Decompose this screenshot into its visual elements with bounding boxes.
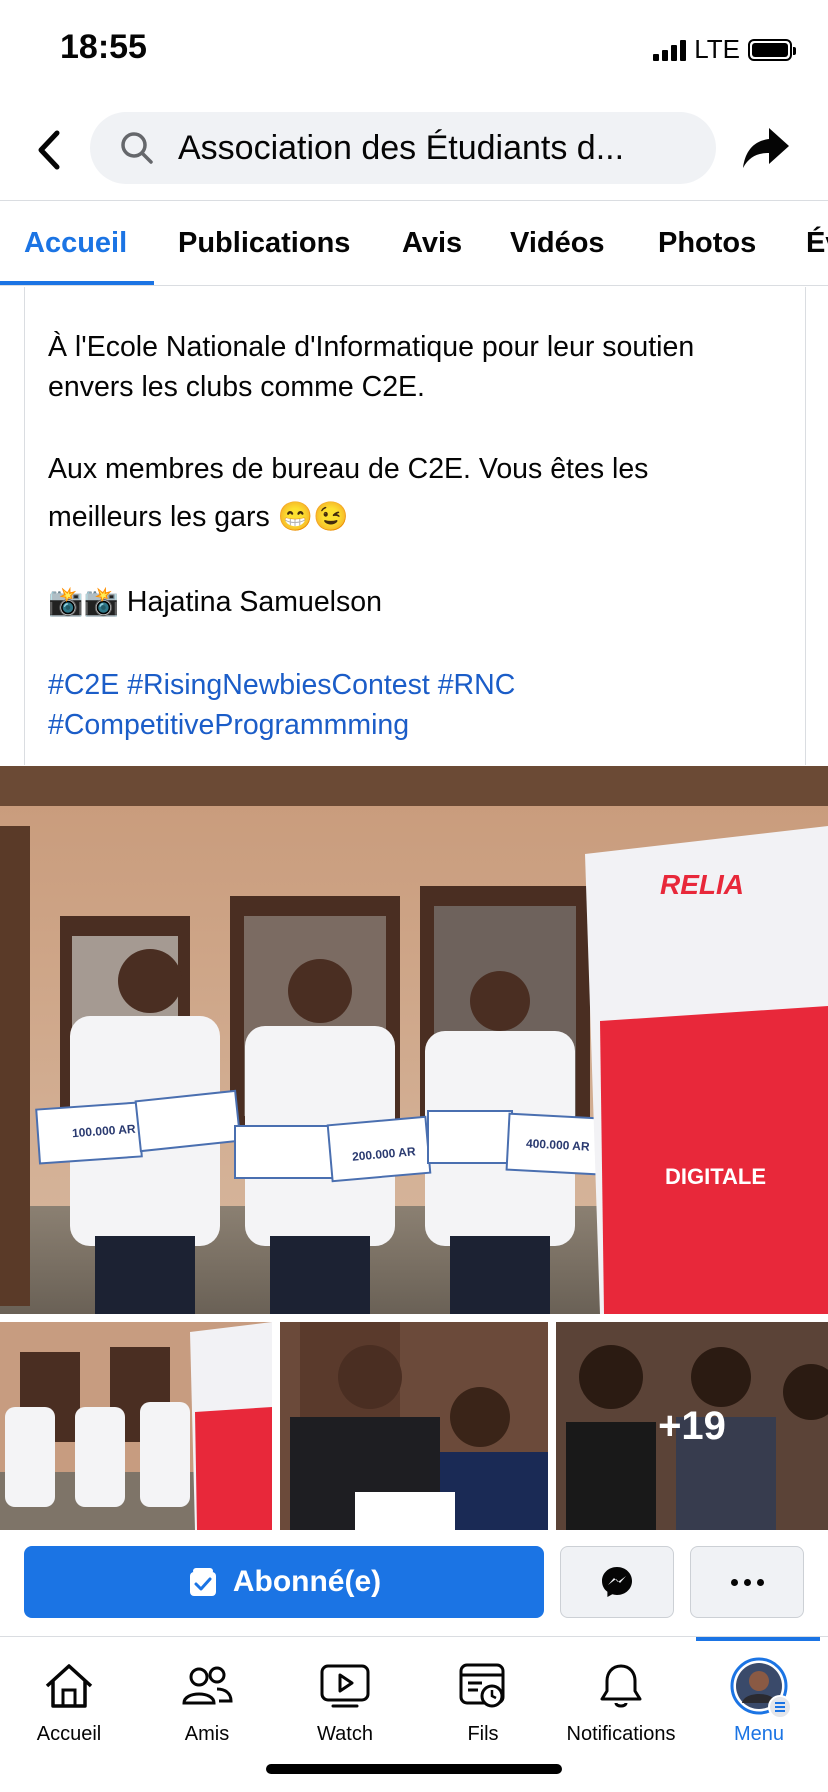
active-tab-indicator — [0, 281, 154, 285]
photo-credit: 📸📸 Hajatina Samuelson — [48, 586, 382, 618]
menu-icon — [768, 1695, 792, 1719]
subscribed-label: Abonné(e) — [232, 1565, 382, 1598]
tab-events[interactable]: Év — [806, 227, 828, 260]
share-arrow-icon — [743, 128, 789, 168]
nav-label: Accueil — [36, 1723, 102, 1745]
photo-thumbnail[interactable] — [0, 1322, 272, 1530]
thumbnail-image — [0, 1322, 272, 1530]
search-bar[interactable]: Association des Étudiants d... — [90, 112, 716, 184]
nav-label: Menu — [733, 1723, 785, 1745]
search-query: Association des Étudiants d... — [178, 128, 625, 167]
home-icon — [45, 1664, 93, 1708]
nav-label: Watch — [317, 1723, 373, 1745]
thumbnail-image — [280, 1322, 548, 1530]
status-indicators: LTE — [653, 34, 796, 65]
nav-label: Notifications — [566, 1723, 676, 1745]
bell-icon — [600, 1664, 642, 1708]
subscribed-button[interactable]: Abonné(e) — [24, 1546, 544, 1618]
nav-feeds[interactable]: Fils — [414, 1651, 552, 1746]
tab-avis[interactable]: Avis — [402, 227, 462, 260]
page-tabs: Accueil Publications Avis Vidéos Photos … — [0, 200, 828, 286]
search-icon — [121, 132, 153, 164]
signal-icon — [653, 39, 687, 61]
more-options-button[interactable] — [690, 1546, 804, 1618]
friends-icon — [182, 1666, 233, 1705]
network-label: LTE — [694, 34, 740, 64]
feeds-icon — [459, 1663, 505, 1708]
watch-icon — [320, 1664, 370, 1708]
photo-thumbnail[interactable]: +19 — [556, 1322, 828, 1530]
hashtags[interactable]: #CompetitiveProgrammming — [48, 705, 768, 745]
tab-videos[interactable]: Vidéos — [510, 227, 605, 260]
active-nav-indicator — [696, 1637, 820, 1641]
post-main-photo[interactable]: RELIA DIGITALE 100.000 AR 200.000 AR 400… — [0, 766, 828, 1314]
tab-accueil[interactable]: Accueil — [24, 227, 127, 260]
tab-publications[interactable]: Publications — [178, 227, 350, 260]
banner-brand: RELIA — [660, 869, 744, 900]
back-button[interactable] — [28, 120, 68, 180]
photo-thumbnail[interactable] — [280, 1322, 548, 1530]
hashtags[interactable]: #C2E #RisingNewbiesContest #RNC — [48, 665, 768, 705]
messenger-button[interactable] — [560, 1546, 674, 1618]
status-time: 18:55 — [60, 28, 147, 66]
nav-watch[interactable]: Watch — [276, 1651, 414, 1746]
nav-label: Fils — [467, 1723, 499, 1745]
battery-icon — [748, 38, 796, 61]
post-paragraph: À l'Ecole Nationale d'Informatique pour … — [48, 331, 695, 403]
share-button[interactable] — [736, 118, 796, 178]
home-indicator[interactable] — [266, 1764, 562, 1774]
subscribed-icon — [189, 1568, 216, 1596]
group-photo-image: RELIA DIGITALE — [0, 766, 828, 1314]
nav-friends[interactable]: Amis — [138, 1651, 276, 1746]
more-dots-icon — [730, 1578, 738, 1586]
banner-headline: DIGITALE — [665, 1164, 766, 1189]
post-paragraph: Aux membres de bureau de C2E. Vous êtes … — [48, 453, 649, 533]
tab-photos[interactable]: Photos — [658, 227, 756, 260]
more-photos-count: +19 — [556, 1322, 828, 1530]
chevron-left-icon — [38, 130, 60, 170]
nav-notifications[interactable]: Notifications — [552, 1651, 690, 1746]
nav-label: Amis — [184, 1723, 230, 1745]
messenger-icon — [602, 1567, 632, 1597]
nav-home[interactable]: Accueil — [0, 1651, 138, 1746]
nav-menu[interactable]: Menu — [690, 1651, 828, 1746]
